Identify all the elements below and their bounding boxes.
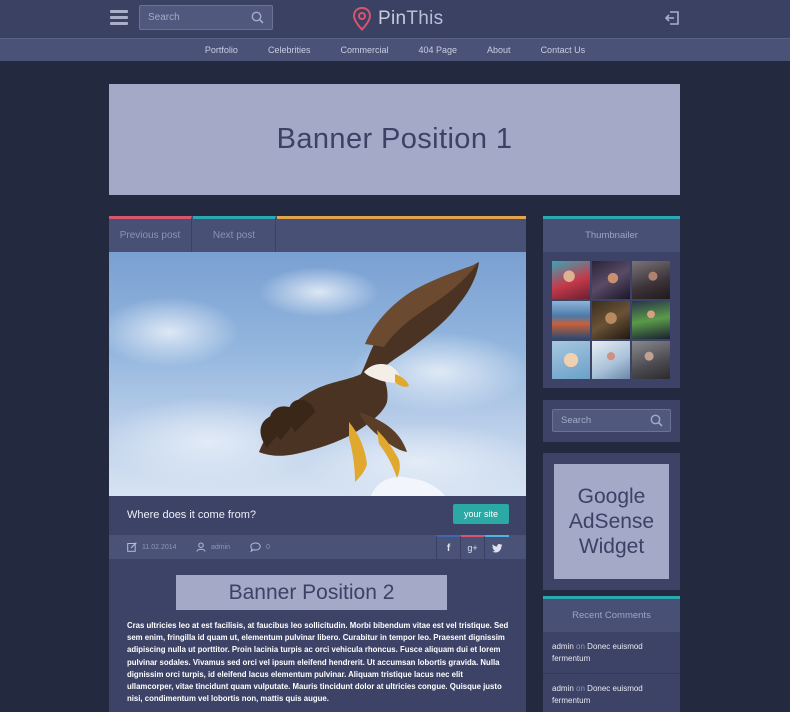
google-plus-icon: g+ (467, 543, 478, 553)
thumbnail-image[interactable] (632, 341, 670, 379)
recent-comment-item: admin on Donec euismod fermentum (543, 674, 680, 712)
thumbnail-image[interactable] (552, 301, 590, 339)
sidebar-search-box (552, 409, 671, 432)
post-comment-count[interactable]: 0 (250, 535, 270, 559)
thumbnail-image[interactable] (632, 261, 670, 299)
main-navigation: Portfolio Celebrities Commercial 404 Pag… (0, 38, 790, 61)
recent-comments-widget: Recent Comments admin on Donec euismod f… (543, 596, 680, 712)
comment-icon (250, 542, 261, 552)
nav-item-about[interactable]: About (487, 45, 511, 55)
comment-on-text: on (576, 684, 585, 693)
map-pin-icon (352, 7, 372, 31)
user-icon (196, 542, 206, 552)
thumbnail-grid (552, 261, 671, 379)
banner-2-label: Banner Position 2 (228, 580, 395, 604)
nav-item-commercial[interactable]: Commercial (340, 45, 388, 55)
facebook-icon: f (446, 542, 451, 554)
comment-on-text: on (576, 642, 585, 651)
your-site-button[interactable]: your site (453, 504, 509, 524)
eagle-photo (109, 262, 526, 496)
banner-position-1[interactable]: Banner Position 1 (109, 84, 680, 195)
google-plus-share-button[interactable]: g+ (460, 535, 484, 559)
thumbnailer-widget: Thumbnailer (543, 216, 680, 388)
twitter-icon (491, 543, 502, 552)
post-nav-filler (277, 216, 526, 252)
logo-text: PinThis (378, 8, 444, 29)
post-featured-image[interactable] (109, 252, 526, 496)
header-search-box (139, 5, 273, 30)
thumbnail-image[interactable] (592, 301, 630, 339)
post-title-row: Where does it come from? your site (109, 496, 526, 535)
adsense-label: Google AdSense Widget (568, 485, 655, 558)
thumbnail-image[interactable] (552, 261, 590, 299)
search-icon[interactable] (251, 11, 264, 24)
post-date: 11.02.2014 (127, 535, 177, 559)
facebook-share-button[interactable]: f (436, 535, 460, 559)
twitter-share-button[interactable] (484, 535, 509, 559)
post-date-text: 11.02.2014 (142, 543, 177, 551)
header-search-input[interactable] (140, 6, 244, 29)
sidebar-search-input[interactable] (553, 410, 645, 431)
post-author-text: admin (211, 543, 231, 551)
post-navigation: Previous post Next post (109, 216, 526, 252)
adsense-banner[interactable]: Google AdSense Widget (554, 464, 669, 579)
comment-author-link[interactable]: admin (552, 642, 574, 651)
thumbnail-image[interactable] (552, 341, 590, 379)
post-author[interactable]: admin (196, 535, 230, 559)
banner-position-2[interactable]: Banner Position 2 (176, 575, 447, 610)
post-meta-bar: 11.02.2014 admin 0 f g+ (109, 535, 526, 559)
comment-author-link[interactable]: admin (552, 684, 574, 693)
nav-item-celebrities[interactable]: Celebrities (268, 45, 311, 55)
recent-comments-title: Recent Comments (543, 596, 680, 632)
post-body-text: Cras ultricies leo at est facilisis, at … (127, 621, 509, 704)
next-post-link[interactable]: Next post (193, 216, 276, 252)
sidebar-search-widget (543, 400, 680, 442)
edit-icon (127, 542, 137, 552)
search-icon[interactable] (650, 414, 663, 427)
post-comment-count-text: 0 (266, 543, 270, 551)
recent-comment-item: admin on Donec euismod fermentum (543, 632, 680, 674)
nav-item-portfolio[interactable]: Portfolio (205, 45, 238, 55)
post-article: Previous post Next post Where does it co… (109, 216, 526, 712)
thumbnail-image[interactable] (632, 301, 670, 339)
hamburger-menu-icon[interactable] (110, 10, 128, 26)
post-title[interactable]: Where does it come from? (127, 509, 256, 521)
nav-item-404-page[interactable]: 404 Page (418, 45, 457, 55)
login-icon[interactable] (664, 10, 680, 26)
banner-1-label: Banner Position 1 (276, 123, 513, 155)
nav-item-contact-us[interactable]: Contact Us (541, 45, 586, 55)
thumbnail-image[interactable] (592, 341, 630, 379)
thumbnailer-title: Thumbnailer (543, 216, 680, 252)
adsense-widget: Google AdSense Widget (543, 453, 680, 590)
site-logo[interactable]: PinThis (352, 6, 443, 32)
top-header: PinThis (0, 0, 790, 38)
previous-post-link[interactable]: Previous post (109, 216, 192, 252)
thumbnail-image[interactable] (592, 261, 630, 299)
